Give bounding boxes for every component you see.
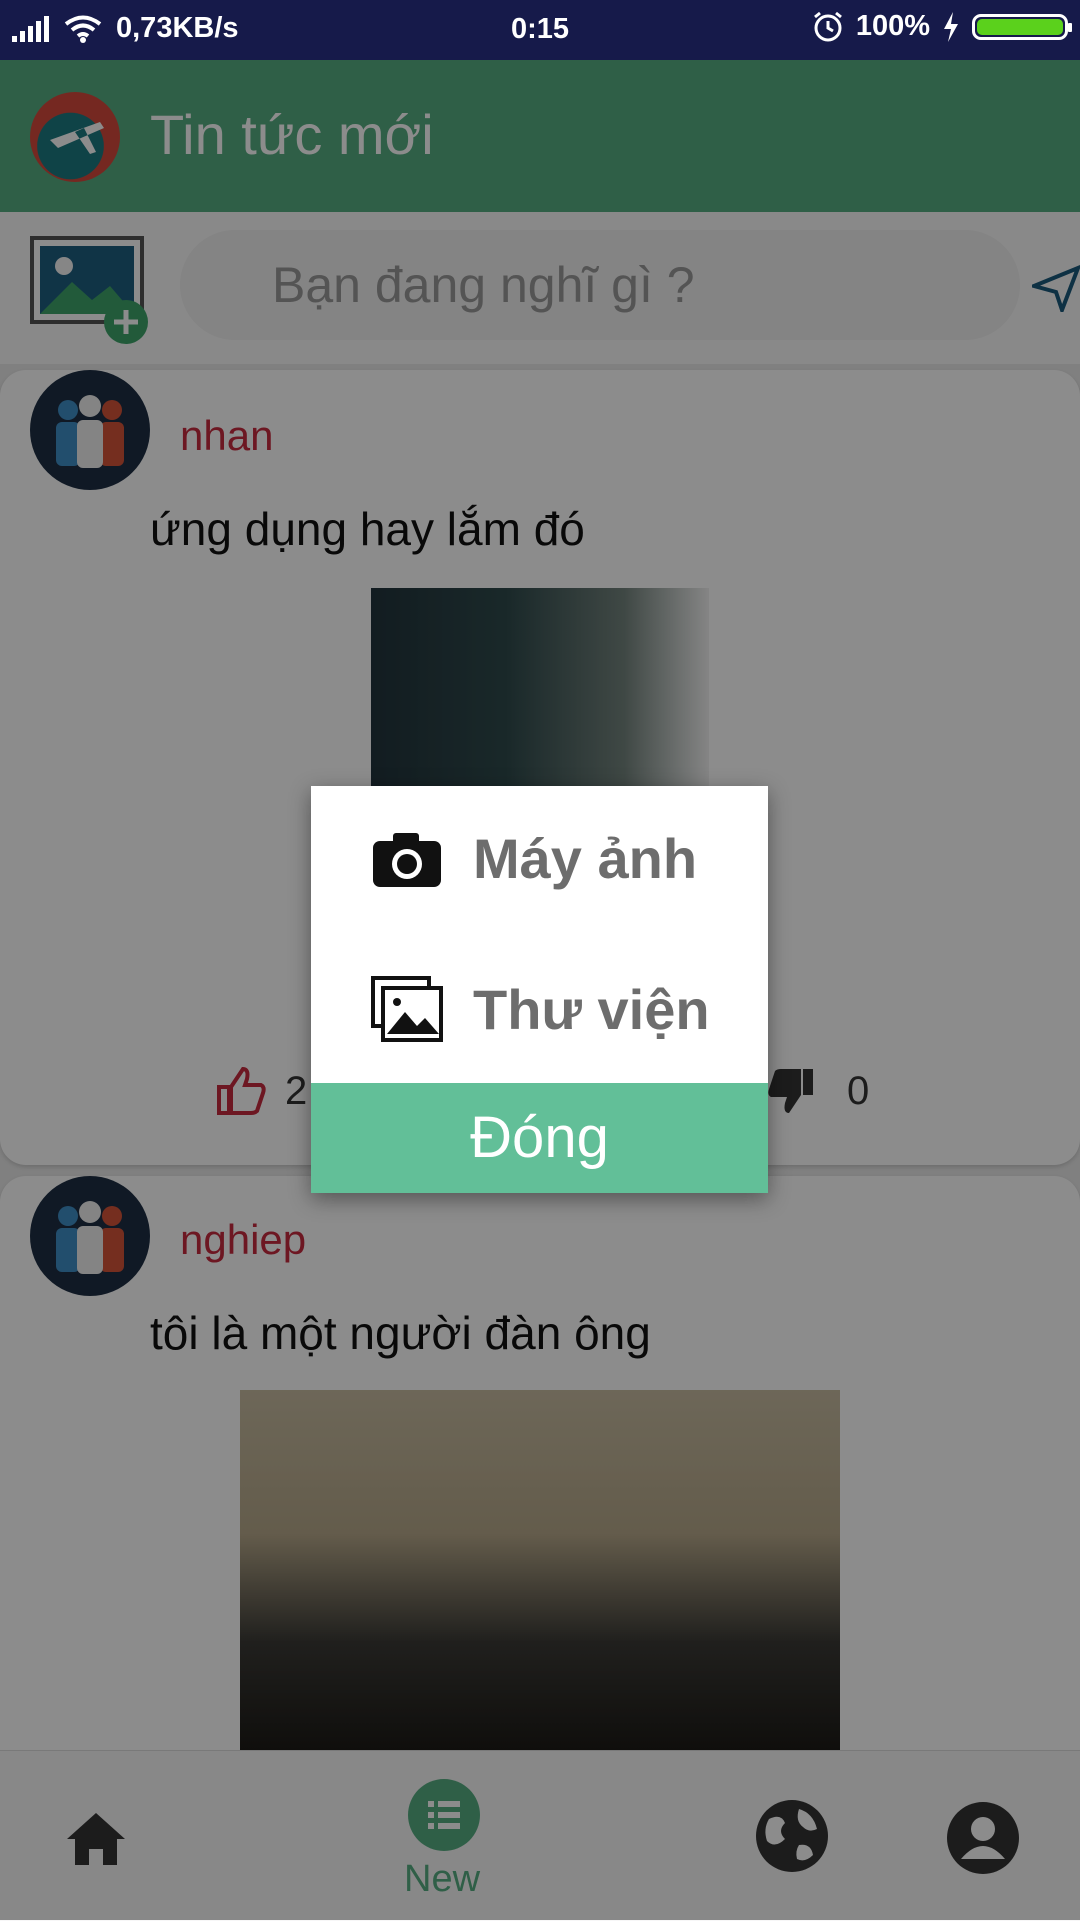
image-source-dialog: Máy ảnh Thư viện Đóng <box>311 786 768 1193</box>
gallery-option[interactable]: Thư viện <box>371 976 710 1042</box>
camera-icon <box>373 832 441 887</box>
charging-icon <box>944 11 958 42</box>
camera-option[interactable]: Máy ảnh <box>371 826 697 891</box>
battery-icon <box>972 13 1072 40</box>
gallery-label: Thư viện <box>473 977 710 1041</box>
status-bar: 0,73KB/s 0:15 100% <box>0 0 1080 60</box>
gallery-icon <box>371 976 443 1042</box>
close-button[interactable]: Đóng <box>311 1083 768 1193</box>
alarm-icon <box>813 11 842 41</box>
battery-percent: 100% <box>855 10 930 42</box>
camera-label: Máy ảnh <box>473 827 698 890</box>
